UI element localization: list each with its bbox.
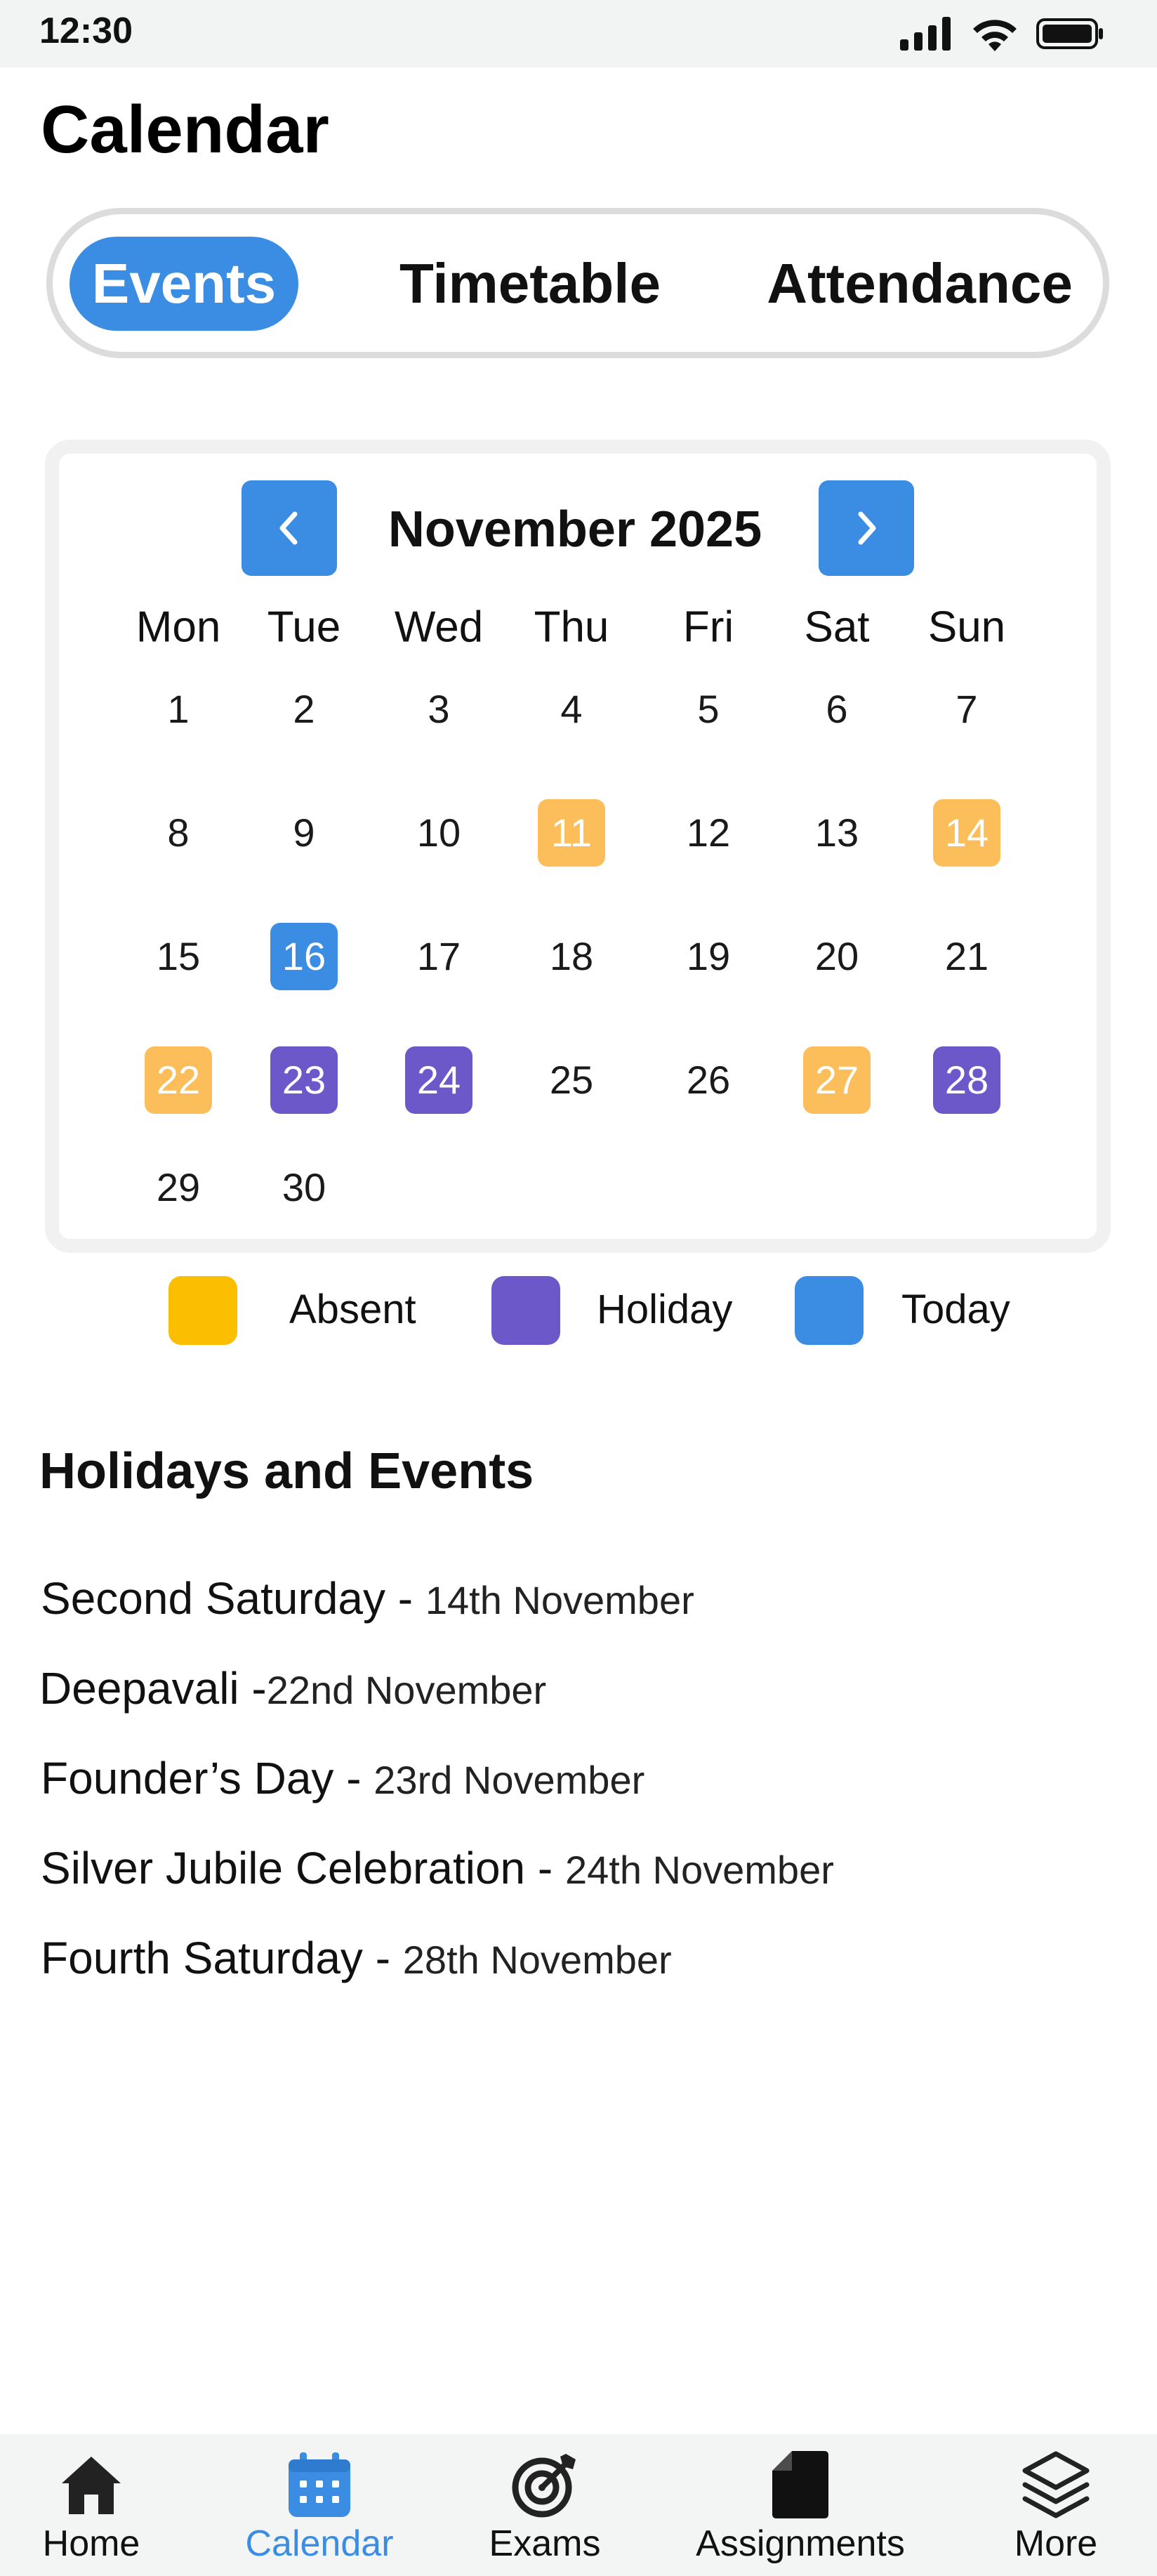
home-icon <box>55 2448 128 2521</box>
weekday-thu: Thu <box>534 603 609 652</box>
nav-home[interactable]: Home <box>21 2434 161 2576</box>
day-cell[interactable]: 10 <box>405 799 472 867</box>
signal-icon <box>900 16 953 54</box>
event-item: Deepavali -22nd November <box>39 1660 546 1729</box>
nav-assignments[interactable]: Assignments <box>695 2434 906 2576</box>
day-cell[interactable]: 6 <box>803 676 871 743</box>
document-icon <box>764 2448 837 2521</box>
tab-events[interactable]: Events <box>70 237 298 331</box>
prev-month-button[interactable] <box>242 480 337 576</box>
battery-icon <box>1036 17 1104 54</box>
weekday-sat: Sat <box>804 603 870 652</box>
event-date: 28th November <box>402 1938 672 1982</box>
day-cell[interactable]: 13 <box>803 799 871 867</box>
day-cell[interactable]: 5 <box>675 676 742 743</box>
day-cell[interactable]: 30 <box>270 1154 338 1221</box>
event-item: Silver Jubile Celebration - 24th Novembe… <box>41 1840 834 1909</box>
bottom-nav: Home Calendar Exams Assignments More <box>0 2434 1157 2576</box>
target-icon <box>508 2448 581 2521</box>
tab-attendance[interactable]: Attendance <box>755 237 1085 331</box>
legend-swatch-holiday <box>491 1276 560 1345</box>
nav-calendar-label: Calendar <box>245 2523 394 2564</box>
month-title: November 2025 <box>388 501 762 558</box>
event-name: Silver Jubile Celebration - <box>41 1843 565 1893</box>
tab-timetable[interactable]: Timetable <box>383 237 677 331</box>
chevron-left-icon <box>279 511 298 545</box>
event-date: 22nd November <box>266 1668 547 1712</box>
nav-more[interactable]: More <box>986 2434 1126 2576</box>
day-cell[interactable]: 20 <box>803 923 871 990</box>
event-item: Fourth Saturday - 28th November <box>41 1930 672 1999</box>
nav-exams-label: Exams <box>489 2523 601 2564</box>
event-name: Fourth Saturday - <box>41 1933 403 1983</box>
day-cell[interactable]: 18 <box>538 923 605 990</box>
legend-swatch-today <box>795 1276 864 1345</box>
nav-exams[interactable]: Exams <box>475 2434 615 2576</box>
weekday-tue: Tue <box>267 603 341 652</box>
legend-label-absent: Absent <box>289 1287 416 1332</box>
day-cell[interactable]: 21 <box>933 923 1000 990</box>
event-date: 23rd November <box>373 1758 645 1802</box>
nav-more-label: More <box>1014 2523 1098 2564</box>
weekday-fri: Fri <box>682 603 734 652</box>
next-month-button[interactable] <box>819 480 914 576</box>
wifi-icon <box>972 16 1018 55</box>
day-cell[interactable]: 16 <box>270 923 338 990</box>
legend-label-holiday: Holiday <box>597 1287 733 1332</box>
day-cell[interactable]: 12 <box>675 799 742 867</box>
day-cell[interactable]: 8 <box>145 799 212 867</box>
status-icons <box>900 15 1104 55</box>
day-cell[interactable]: 9 <box>270 799 338 867</box>
event-date: 24th November <box>565 1848 834 1892</box>
day-cell[interactable]: 4 <box>538 676 605 743</box>
nav-calendar[interactable]: Calendar <box>239 2434 400 2576</box>
day-cell[interactable]: 7 <box>933 676 1000 743</box>
weekday-wed: Wed <box>394 603 484 652</box>
page-title: Calendar <box>41 92 329 167</box>
day-cell[interactable]: 28 <box>933 1046 1000 1114</box>
day-cell[interactable]: 3 <box>405 676 472 743</box>
event-date: 14th November <box>425 1578 694 1622</box>
event-item: Second Saturday - 14th November <box>41 1570 694 1639</box>
calendar-icon <box>283 2448 356 2521</box>
day-cell[interactable]: 1 <box>145 676 212 743</box>
day-cell[interactable]: 29 <box>145 1154 212 1221</box>
chevron-right-icon <box>858 511 876 545</box>
event-item: Founder’s Day - 23rd November <box>41 1750 644 1819</box>
day-cell[interactable]: 25 <box>538 1046 605 1114</box>
day-cell[interactable]: 27 <box>803 1046 871 1114</box>
event-name: Founder’s Day - <box>41 1753 374 1803</box>
day-cell[interactable]: 11 <box>538 799 605 867</box>
day-cell[interactable]: 17 <box>405 923 472 990</box>
status-time: 12:30 <box>39 11 133 51</box>
segmented-tabs: Events Timetable Attendance <box>46 208 1109 358</box>
section-title: Holidays and Events <box>39 1443 534 1499</box>
layers-icon <box>1019 2448 1092 2521</box>
day-cell[interactable]: 26 <box>675 1046 742 1114</box>
calendar-card: November 2025 Mon Tue Wed Thu Fri Sat Sun 1 2 3 4 5… <box>45 440 1111 1253</box>
day-cell[interactable]: 2 <box>270 676 338 743</box>
day-cell[interactable]: 23 <box>270 1046 338 1114</box>
day-cell[interactable]: 15 <box>145 923 212 990</box>
status-bar: 12:30 <box>0 0 1157 67</box>
legend-label-today: Today <box>901 1287 1010 1332</box>
day-cell[interactable]: 19 <box>675 923 742 990</box>
weekday-sun: Sun <box>927 603 1006 652</box>
day-cell[interactable]: 22 <box>145 1046 212 1114</box>
legend-swatch-absent <box>168 1276 237 1345</box>
day-cell[interactable]: 14 <box>933 799 1000 867</box>
event-name: Second Saturday - <box>41 1573 425 1624</box>
event-name: Deepavali - <box>39 1663 267 1714</box>
day-cell[interactable]: 24 <box>405 1046 472 1114</box>
weekday-mon: Mon <box>135 603 221 652</box>
nav-assignments-label: Assignments <box>696 2523 905 2564</box>
nav-home-label: Home <box>42 2523 140 2564</box>
